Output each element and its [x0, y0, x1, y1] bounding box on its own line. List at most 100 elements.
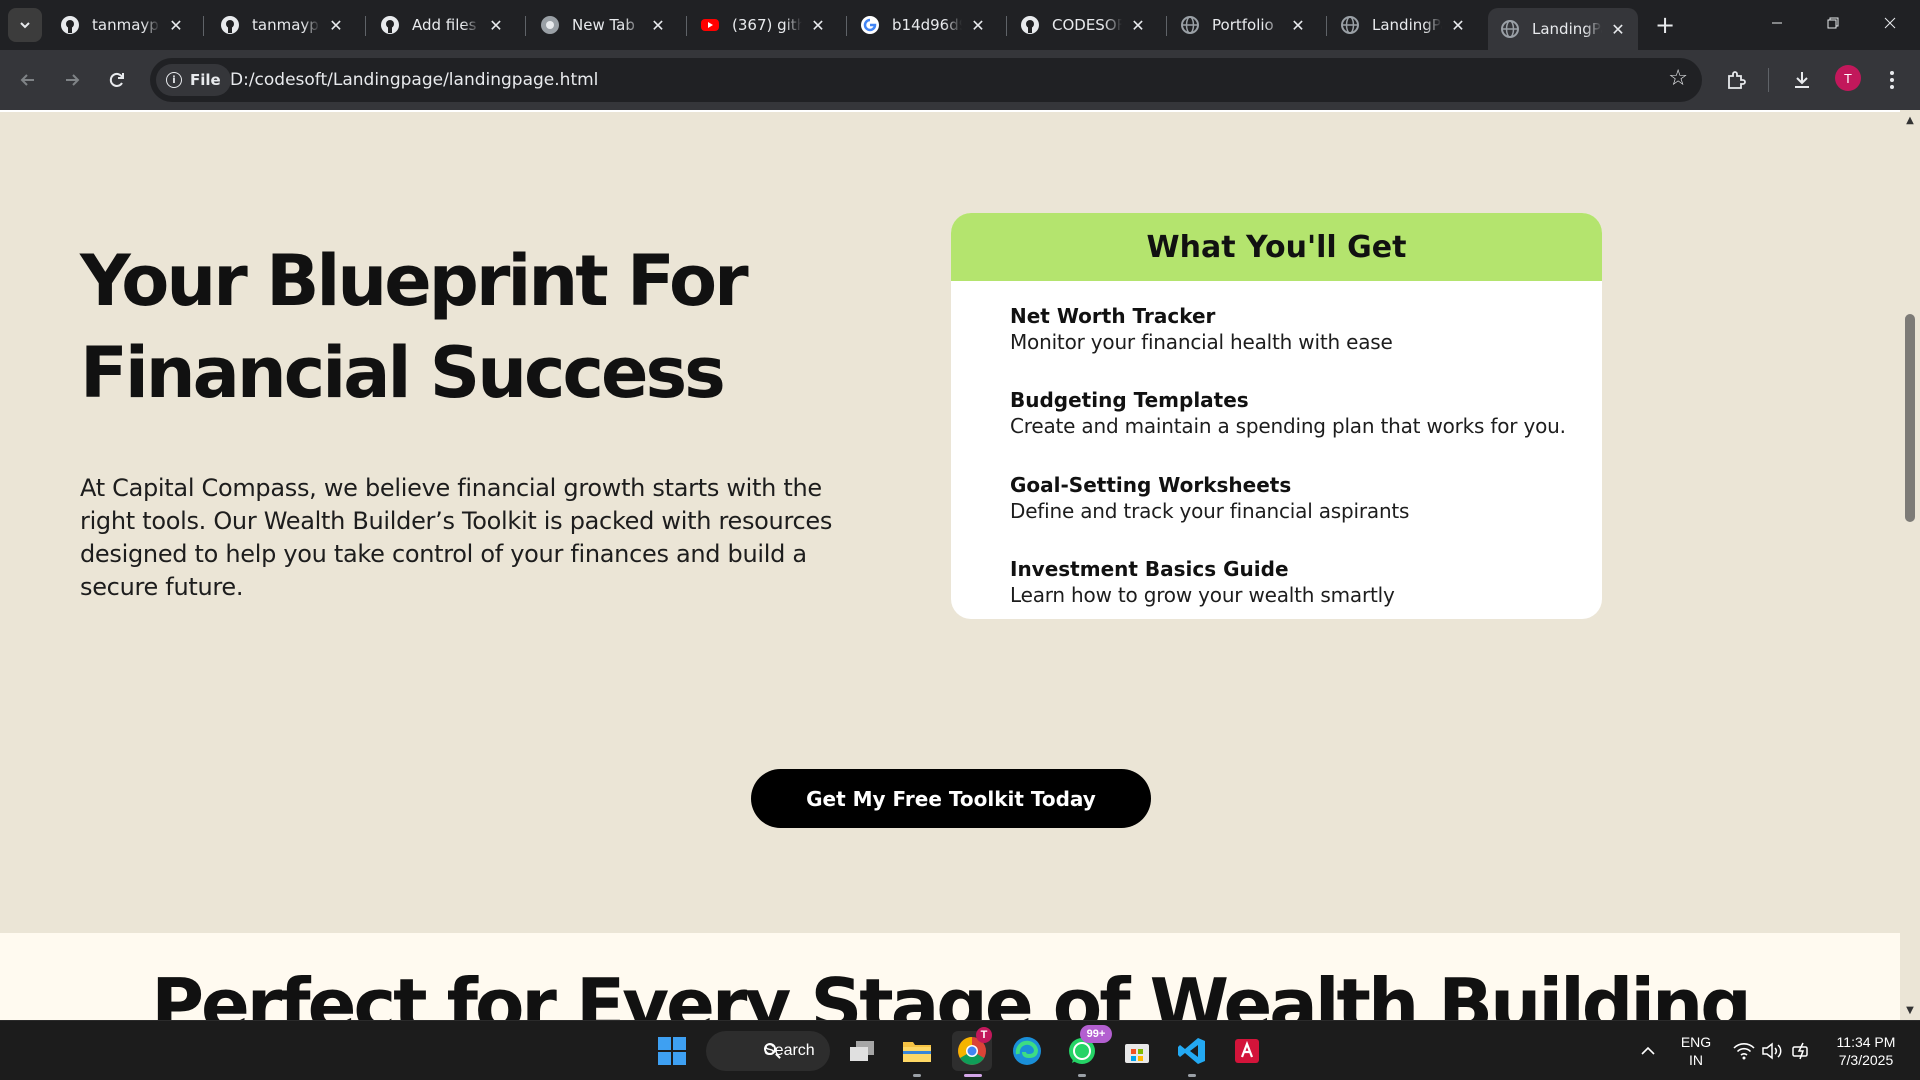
close-icon[interactable]: ✕	[1128, 15, 1148, 35]
tab-search-button[interactable]	[8, 8, 42, 42]
running-indicator	[964, 1074, 982, 1077]
benefit-name: Budgeting Templates	[1010, 388, 1249, 412]
clock-time: 11:34 PM	[1836, 1034, 1896, 1050]
close-icon	[1884, 17, 1896, 29]
close-icon[interactable]: ✕	[808, 15, 828, 35]
scroll-up-icon[interactable]: ▲	[1904, 114, 1916, 126]
address-bar[interactable]: i File D:/codesoft/Landingpage/landingpa…	[150, 58, 1702, 102]
benefit-item: Investment Basics Guide Learn how to gro…	[1010, 556, 1590, 608]
vscode-button[interactable]	[1172, 1031, 1212, 1077]
tab-strip: tanmaypes ✕ tanmaypes ✕ Add files vi ✕ N…	[0, 0, 1920, 50]
minimize-button[interactable]	[1749, 0, 1805, 46]
start-button[interactable]	[652, 1031, 692, 1071]
tab-divider	[365, 16, 366, 36]
show-hidden-icons-button[interactable]	[1628, 1031, 1668, 1071]
restore-button[interactable]	[1805, 0, 1861, 46]
tab-divider	[846, 16, 847, 36]
battery-button[interactable]	[1782, 1031, 1822, 1071]
task-view-icon	[850, 1041, 874, 1061]
close-icon[interactable]: ✕	[968, 15, 988, 35]
tab-divider	[1326, 16, 1327, 36]
forward-arrow-icon	[66, 74, 80, 86]
globe-icon	[1340, 15, 1360, 35]
bookmark-star-icon[interactable]: ☆	[1668, 66, 1688, 91]
task-view-button[interactable]	[842, 1031, 882, 1071]
close-icon[interactable]: ✕	[486, 15, 506, 35]
edge-button[interactable]	[1007, 1031, 1047, 1071]
chevron-down-icon	[20, 22, 30, 29]
close-icon[interactable]: ✕	[1288, 15, 1308, 35]
close-window-button[interactable]	[1862, 0, 1918, 46]
back-arrow-icon	[20, 74, 34, 86]
store-button[interactable]	[1117, 1031, 1157, 1071]
google-icon	[860, 15, 880, 35]
youtube-icon	[700, 15, 720, 35]
section-title: Perfect for Every Stage of Wealth Buildi…	[151, 963, 1752, 1020]
language-code: ENG	[1680, 1034, 1712, 1050]
benefit-name: Investment Basics Guide	[1010, 557, 1289, 581]
close-icon[interactable]: ✕	[648, 15, 668, 35]
notification-badge: 99+	[1080, 1025, 1112, 1043]
stages-section: Perfect for Every Stage of Wealth Buildi…	[0, 933, 1900, 1020]
tab-title: LandingPa	[1532, 20, 1602, 38]
new-tab-button[interactable]: +	[1650, 10, 1680, 40]
profile-avatar[interactable]: T	[1835, 65, 1861, 91]
reload-icon	[109, 72, 124, 87]
clock[interactable]: 11:34 PM 7/3/2025	[1818, 1033, 1914, 1069]
scroll-down-icon[interactable]: ▼	[1904, 1004, 1916, 1016]
extensions-button[interactable]	[1720, 64, 1752, 96]
language-indicator[interactable]: ENG IN	[1676, 1033, 1716, 1069]
close-icon[interactable]: ✕	[326, 15, 346, 35]
hero-description: At Capital Compass, we believe financial…	[80, 474, 833, 601]
tab-3[interactable]: Add files vi ✕	[368, 9, 516, 41]
tab-title: b14d96d9	[892, 16, 962, 34]
tab-title: tanmaypes	[252, 16, 320, 34]
downloads-button[interactable]	[1786, 64, 1818, 96]
close-icon[interactable]: ✕	[1608, 19, 1628, 39]
autocad-button[interactable]	[1227, 1031, 1267, 1071]
tab-9[interactable]: LandingPa ✕	[1328, 9, 1478, 41]
tab-7[interactable]: CODESOFT ✕	[1008, 9, 1158, 41]
close-icon[interactable]: ✕	[1448, 15, 1468, 35]
menu-button[interactable]	[1876, 64, 1908, 96]
header-edge	[0, 110, 1900, 112]
plus-icon: +	[1654, 11, 1676, 39]
chrome-taskbar-button[interactable]: T	[952, 1027, 992, 1077]
benefit-name: Net Worth Tracker	[1010, 304, 1216, 328]
tab-divider	[1166, 16, 1167, 36]
globe-icon	[1500, 19, 1520, 39]
forward-button[interactable]	[56, 64, 88, 96]
github-icon	[60, 15, 80, 35]
page-viewport: Your Blueprint For Financial Success At …	[0, 110, 1900, 1020]
taskbar-search[interactable]: Search	[706, 1031, 830, 1071]
file-explorer-button[interactable]	[897, 1031, 937, 1077]
url-text[interactable]: D:/codesoft/Landingpage/landingpage.html	[230, 70, 598, 90]
site-info-chip[interactable]: i File	[156, 64, 231, 96]
page-scrollbar[interactable]: ▲ ▼	[1900, 110, 1920, 1020]
benefit-item: Goal-Setting Worksheets Define and track…	[1010, 472, 1590, 524]
browser-toolbar: i File D:/codesoft/Landingpage/landingpa…	[0, 50, 1920, 110]
reload-button[interactable]	[101, 64, 133, 96]
tab-divider	[203, 16, 204, 36]
folder-icon	[903, 1042, 931, 1062]
tab-1[interactable]: tanmaypes ✕	[48, 9, 196, 41]
tab-10-active[interactable]: LandingPa ✕	[1488, 8, 1638, 50]
benefit-description: Learn how to grow your wealth smartly	[1010, 583, 1395, 607]
tab-4[interactable]: New Tab ✕	[528, 9, 678, 41]
github-icon	[1020, 15, 1040, 35]
restore-icon	[1827, 17, 1839, 29]
github-icon	[220, 15, 240, 35]
close-icon[interactable]: ✕	[166, 15, 186, 35]
battery-charging-icon	[1792, 1042, 1808, 1060]
tab-5[interactable]: (367) githu ✕	[688, 9, 838, 41]
whatsapp-button[interactable]: 99+	[1062, 1025, 1112, 1077]
tab-6[interactable]: b14d96d9 ✕	[848, 9, 998, 41]
tab-8[interactable]: Portfolio ✕	[1168, 9, 1318, 41]
back-button[interactable]	[12, 64, 44, 96]
tab-2[interactable]: tanmaypes ✕	[208, 9, 356, 41]
vscode-icon	[1178, 1038, 1205, 1064]
scroll-thumb[interactable]	[1905, 314, 1915, 522]
benefit-description: Monitor your financial health with ease	[1010, 330, 1393, 354]
get-toolkit-button[interactable]: Get My Free Toolkit Today	[751, 769, 1151, 828]
windows-taskbar: Search T 99+ ENG IN 11:34 PM 7/3/2025	[0, 1020, 1920, 1080]
